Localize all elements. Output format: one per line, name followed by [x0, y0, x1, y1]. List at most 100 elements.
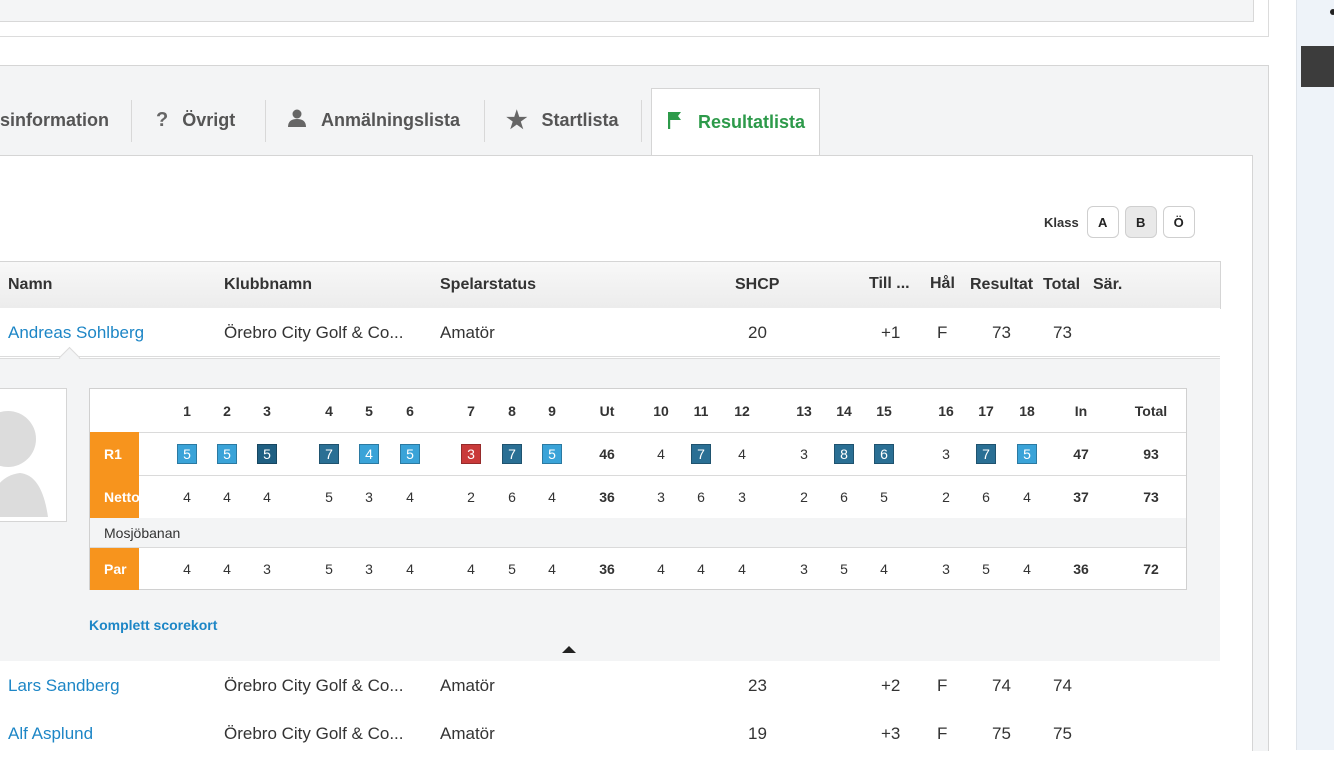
- tab-ovrigt[interactable]: ? Övrigt: [156, 88, 235, 152]
- r1-score-0: 5: [172, 432, 202, 475]
- par-score-5: 4: [406, 561, 414, 577]
- shcp-value: 20: [748, 323, 767, 342]
- column-header-total[interactable]: Total: [1043, 276, 1080, 294]
- column-header-klubbnamn[interactable]: Klubbnamn: [224, 276, 312, 294]
- scorecard-column-header-18: 18: [1019, 402, 1035, 419]
- total-value: 74: [1053, 676, 1072, 695]
- club-name: Örebro City Golf & Co...: [224, 724, 404, 743]
- scorecard-column-header-3: 4: [325, 402, 333, 419]
- scorecard-par-row: Par 4 4 3 5 3 4 4 5 4 36 4 4 4 3 5 4 3 5 4 36 72: [90, 548, 1186, 590]
- scorecard-column-header-16: 16: [938, 402, 954, 419]
- top-panel: [0, 0, 1269, 37]
- scorecard-column-header-11: 11: [693, 402, 709, 419]
- club-name: Örebro City Golf & Co...: [224, 323, 404, 342]
- tab-startlista[interactable]: ★ Startlista: [506, 88, 619, 152]
- r1-score-1: 5: [212, 432, 242, 475]
- tab-label: Startlista: [541, 109, 619, 130]
- r1-score-9: 46: [599, 445, 615, 462]
- klass-button-a[interactable]: A: [1086, 206, 1119, 238]
- scorecard-column-header-4: 5: [365, 402, 373, 419]
- scorecard-header-row: 1 2 3 4 5 6 7 8 9 Ut 10 11 12 13 14 15 16 17 18 In Total: [90, 389, 1186, 433]
- scorecard-column-header-15: 15: [876, 402, 892, 419]
- column-header-resultat[interactable]: Resultat: [970, 276, 1033, 294]
- column-header-namn[interactable]: Namn: [8, 276, 52, 294]
- column-header-spelarstatus[interactable]: Spelarstatus: [440, 276, 536, 294]
- question-icon: ?: [156, 108, 169, 131]
- score-box: 5: [217, 443, 237, 464]
- r1-score-10: 4: [657, 445, 665, 462]
- klass-button-b[interactable]: B: [1124, 206, 1157, 238]
- netto-score-0: 4: [183, 488, 191, 505]
- sidebar-dark-block[interactable]: [1301, 46, 1334, 87]
- r1-score-7: 7: [497, 432, 527, 475]
- score-box: 5: [177, 443, 197, 464]
- player-name-link[interactable]: Lars Sandberg: [8, 676, 120, 696]
- to-par-value: +1: [881, 323, 901, 342]
- table-row[interactable]: Lars Sandberg Örebro City Golf & Co... A…: [0, 661, 1220, 710]
- par-score-2: 3: [263, 561, 271, 577]
- table-row[interactable]: Andreas Sohlberg Örebro City Golf & Co..…: [0, 308, 1220, 357]
- par-score-11: 4: [697, 561, 705, 577]
- par-score-7: 5: [508, 561, 516, 577]
- netto-score-11: 6: [697, 488, 705, 505]
- netto-score-9: 36: [599, 488, 615, 505]
- tab-anmalningslista[interactable]: Anmälningslista: [287, 88, 460, 152]
- netto-score-3: 5: [325, 488, 333, 505]
- column-header-shcp[interactable]: SHCP: [735, 276, 779, 294]
- r1-score-12: 4: [738, 445, 746, 462]
- player-name-link[interactable]: Andreas Sohlberg: [8, 323, 144, 343]
- full-scorecard-link[interactable]: Komplett scorekort: [89, 617, 217, 633]
- player-name-link[interactable]: Alf Asplund: [8, 724, 93, 744]
- netto-score-19: 37: [1073, 488, 1089, 505]
- star-icon: ★: [506, 106, 528, 134]
- column-header-sar[interactable]: Sär.: [1093, 276, 1122, 294]
- netto-score-20: 73: [1143, 488, 1159, 505]
- avatar-silhouette-icon: [0, 411, 48, 517]
- tab-information[interactable]: sinformation: [0, 88, 109, 152]
- par-score-10: 4: [657, 561, 665, 577]
- total-value: 75: [1053, 724, 1072, 743]
- scorecard-column-header-6: 7: [467, 402, 475, 419]
- tab-label: Anmälningslista: [321, 109, 461, 130]
- par-score-19: 36: [1073, 561, 1089, 577]
- r1-score-4: 4: [354, 432, 384, 475]
- collapse-arrow-icon[interactable]: [562, 646, 576, 653]
- r1-score-6: 3: [456, 432, 486, 475]
- netto-score-1: 4: [223, 488, 231, 505]
- par-score-20: 72: [1143, 561, 1159, 577]
- netto-score-4: 3: [365, 488, 373, 505]
- scorecard: 1 2 3 4 5 6 7 8 9 Ut 10 11 12 13 14 15 16 17 18 In Total R1 …: [89, 388, 1187, 590]
- r1-score-14: 8: [829, 432, 859, 475]
- klass-button-o[interactable]: Ö: [1162, 206, 1195, 238]
- tab-resultatlista[interactable]: Resultatlista: [651, 88, 821, 156]
- sidebar-dot: [1330, 9, 1334, 15]
- netto-score-15: 5: [880, 488, 888, 505]
- par-score-16: 3: [942, 561, 950, 577]
- result-value: 73: [992, 323, 1011, 342]
- netto-score-8: 4: [548, 488, 556, 505]
- scorecard-column-header-12: 12: [734, 402, 750, 419]
- column-header-till[interactable]: Till ...: [869, 275, 910, 293]
- person-icon: [287, 108, 307, 133]
- top-inner-panel: [0, 0, 1254, 22]
- par-score-3: 5: [325, 561, 333, 577]
- score-box: 4: [359, 443, 379, 464]
- r1-score-18: 5: [1012, 432, 1042, 475]
- scorecard-netto-row: Netto 4 4 4 5 3 4 2 6 4 36 3 6 3 2 6 5 2 6 4 37 73: [90, 475, 1186, 519]
- to-par-value: +2: [881, 676, 901, 695]
- netto-label: Netto: [90, 475, 139, 518]
- klass-label: Klass: [1044, 214, 1079, 230]
- holes-value: F: [937, 676, 948, 695]
- column-header-hal[interactable]: Hål: [930, 275, 955, 293]
- r1-score-15: 6: [869, 432, 899, 475]
- course-name: Mosjöbanan: [90, 518, 1186, 548]
- result-value: 74: [992, 676, 1011, 695]
- scorecard-column-header-0: 1: [183, 402, 191, 419]
- r1-score-16: 3: [942, 445, 950, 462]
- player-avatar: [0, 388, 67, 522]
- score-box: 7: [319, 443, 339, 464]
- scorecard-column-header-1: 2: [223, 402, 231, 419]
- par-score-9: 36: [599, 561, 615, 577]
- holes-value: F: [937, 323, 948, 342]
- r1-score-13: 3: [800, 445, 808, 462]
